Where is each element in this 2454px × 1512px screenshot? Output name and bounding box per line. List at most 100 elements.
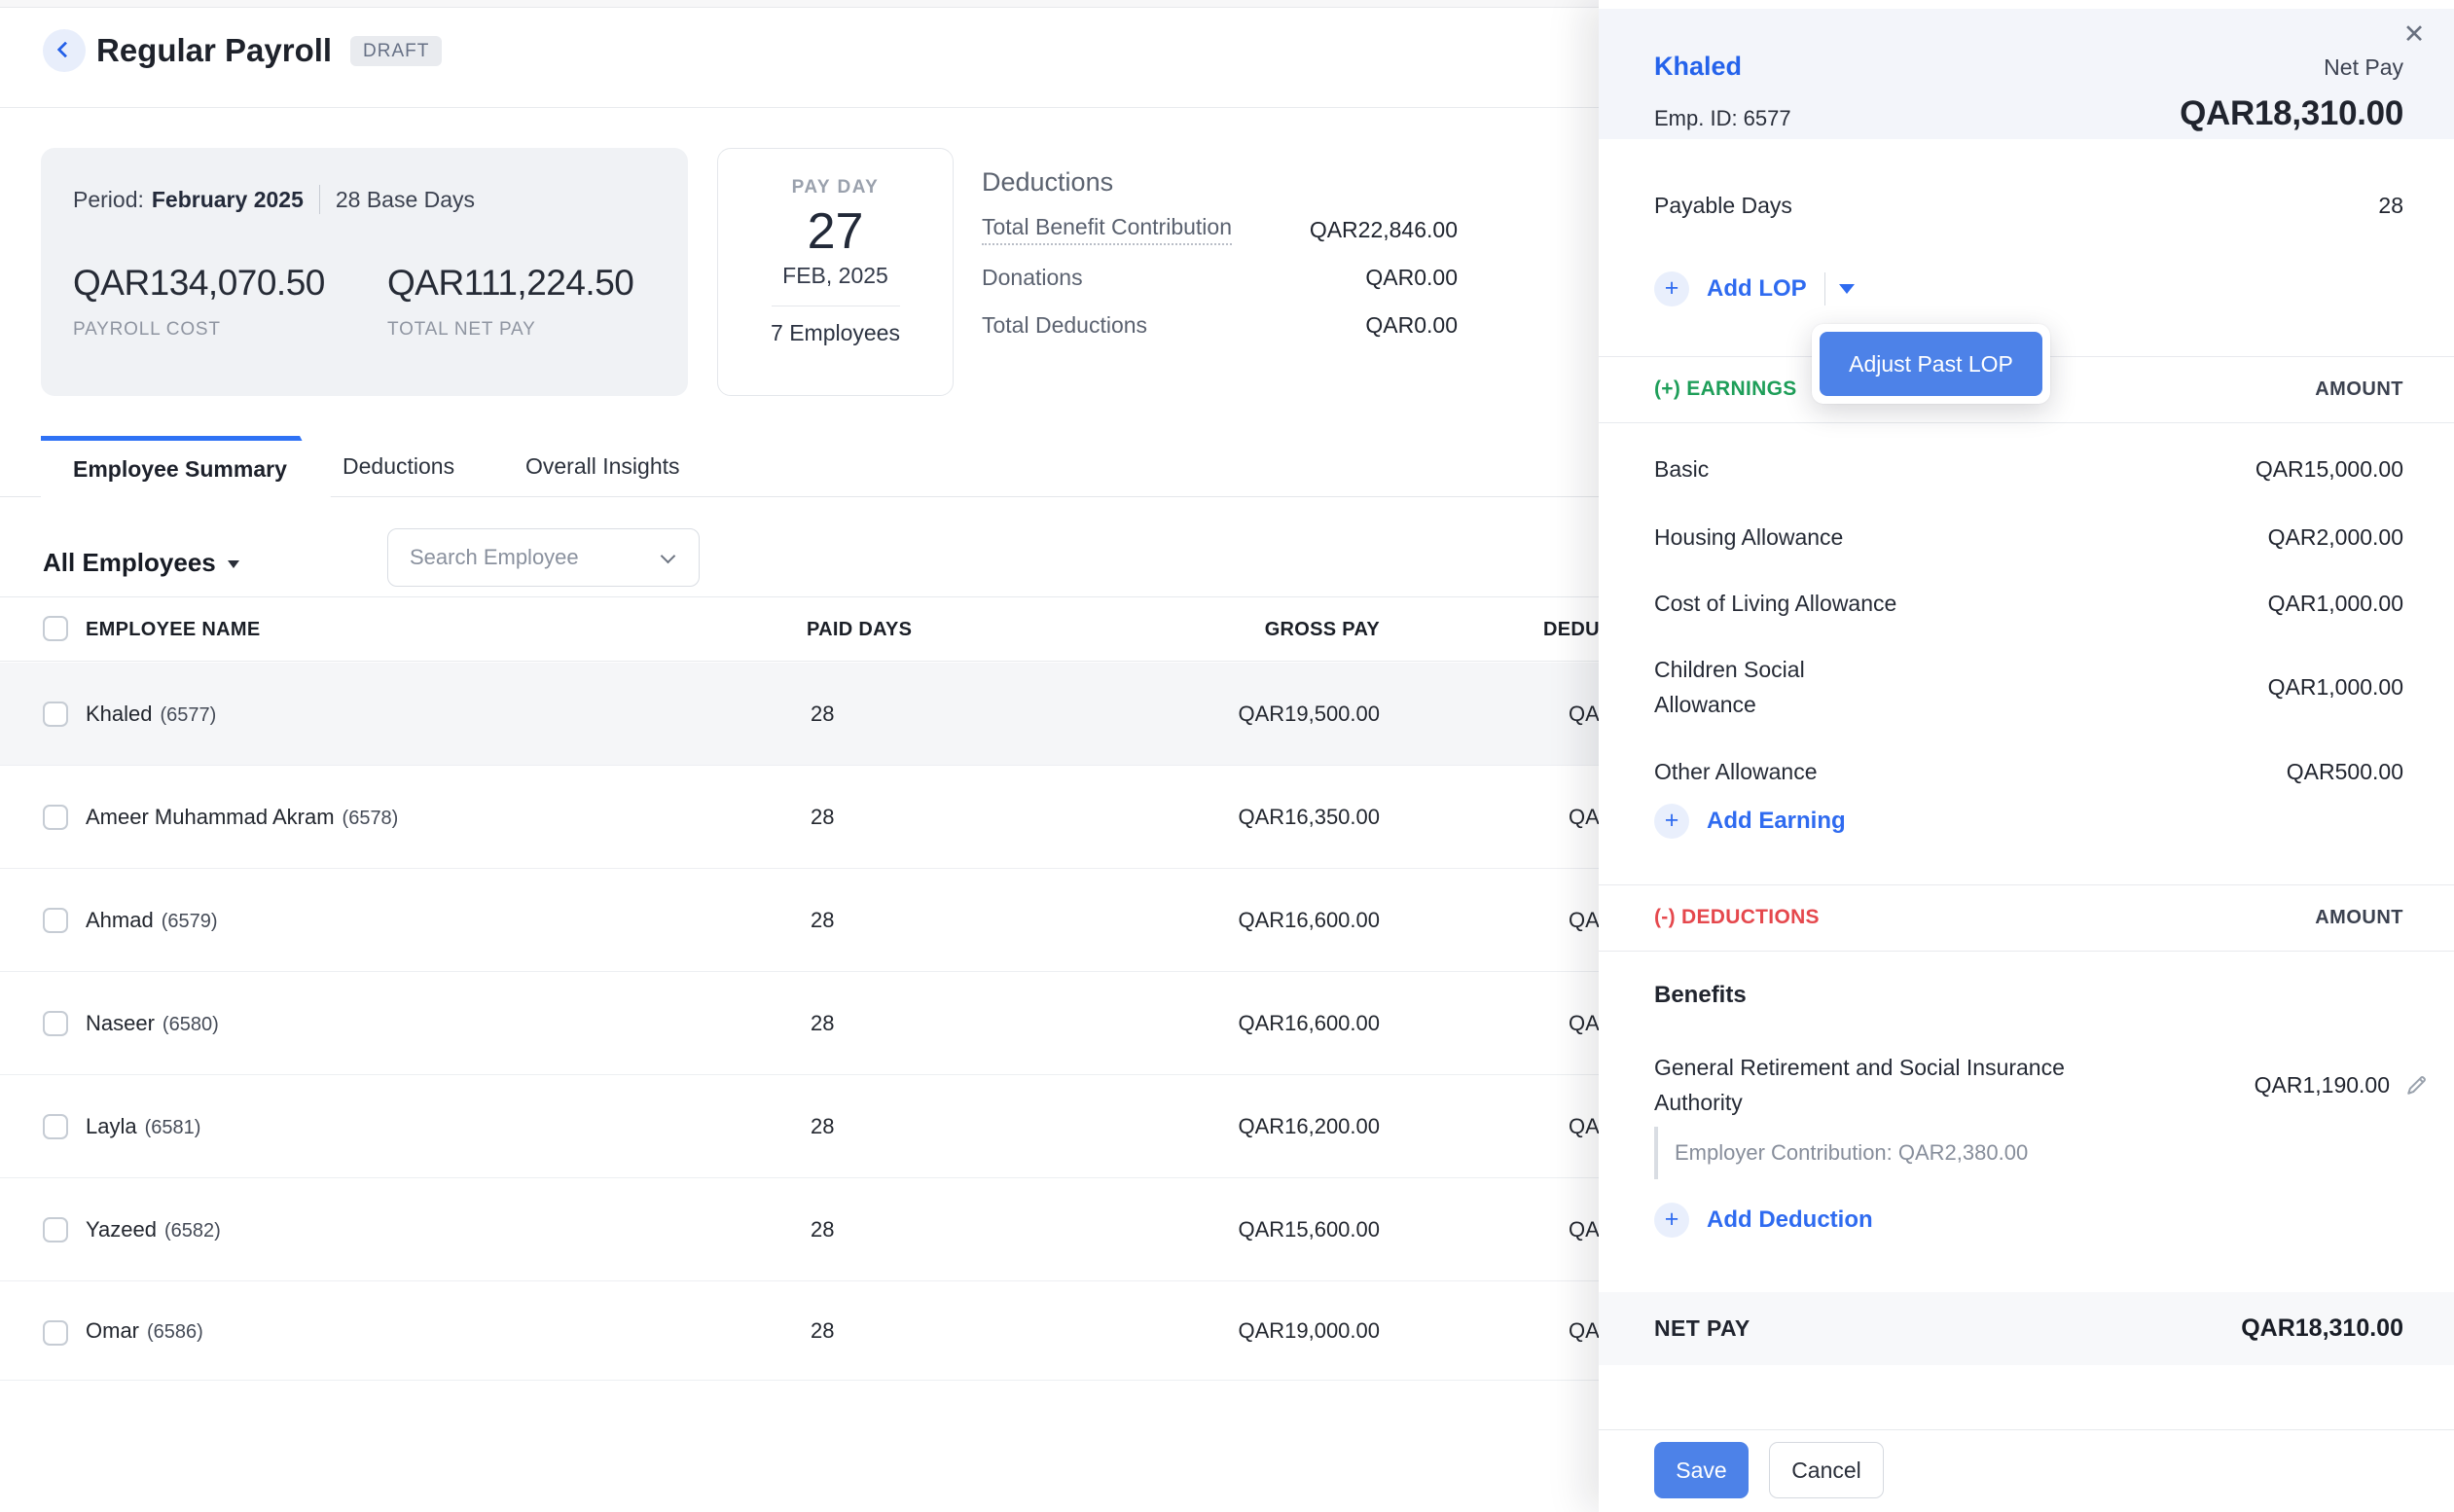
earning-amount: QAR15,000.00 xyxy=(2256,456,2403,483)
add-earning-button[interactable]: + Add Earning xyxy=(1654,804,1846,839)
column-header-gross-pay: GROSS PAY xyxy=(1119,597,1380,663)
paid-days-cell: 28 xyxy=(811,766,834,869)
row-checkbox[interactable] xyxy=(43,702,68,727)
section-divider xyxy=(1599,884,2454,885)
payday-label: PAY DAY xyxy=(718,177,953,198)
page-title: Regular Payroll xyxy=(96,27,332,74)
deductions-summary-row: Total Benefit Contribution QAR22,846.00 xyxy=(982,213,1458,246)
add-lop-dropdown-popup: Adjust Past LOP xyxy=(1812,324,2050,404)
earning-label: Basic xyxy=(1654,451,1709,486)
tab-overall-insights[interactable]: Overall Insights xyxy=(525,436,680,497)
gross-pay-cell: QAR16,600.00 xyxy=(1119,972,1380,1075)
section-divider xyxy=(1599,422,2454,423)
split-button-divider xyxy=(1824,272,1825,306)
earning-label: Other Allowance xyxy=(1654,754,1817,789)
row-checkbox[interactable] xyxy=(43,1114,68,1139)
all-employees-dropdown[interactable]: All Employees xyxy=(43,530,239,594)
net-pay-label: Net Pay xyxy=(2324,54,2403,81)
close-icon[interactable]: ✕ xyxy=(2398,18,2431,51)
chevron-down-icon xyxy=(661,549,676,564)
cancel-button[interactable]: Cancel xyxy=(1769,1442,1884,1498)
payday-card: PAY DAY 27 FEB, 2025 7 Employees xyxy=(717,148,954,396)
period-line: Period: February 2025 28 Base Days xyxy=(73,185,475,214)
deductions-summary-row: Total Deductions QAR0.00 xyxy=(982,308,1458,342)
deduction-row: General Retirement and Social Insurance … xyxy=(1654,1050,2431,1120)
amount-header-label: AMOUNT xyxy=(2315,378,2403,401)
column-header-paid-days: PAID DAYS xyxy=(807,597,912,663)
employee-name-cell: Yazeed(6582) xyxy=(86,1178,221,1281)
payable-days-row: Payable Days 28 xyxy=(1654,188,2403,223)
payday-month-year: FEB, 2025 xyxy=(718,263,953,289)
row-checkbox[interactable] xyxy=(43,805,68,830)
row-checkbox[interactable] xyxy=(43,1217,68,1242)
employee-id: Emp. ID: 6577 xyxy=(1654,106,1791,131)
status-badge: DRAFT xyxy=(350,36,442,66)
add-deduction-label: Add Deduction xyxy=(1707,1206,1873,1234)
total-net-pay-value: QAR111,224.50 xyxy=(387,263,633,304)
tab-deductions[interactable]: Deductions xyxy=(343,436,454,497)
donations-label: Donations xyxy=(982,265,1083,291)
net-pay-summary-row: NET PAY QAR18,310.00 xyxy=(1599,1292,2454,1365)
add-lop-control[interactable]: + Add LOP xyxy=(1654,271,1855,306)
employee-name-link[interactable]: Khaled xyxy=(1654,52,1742,82)
tab-employee-summary-label: Employee Summary xyxy=(73,441,287,497)
save-button[interactable]: Save xyxy=(1654,1442,1749,1498)
gross-pay-cell: QAR19,000.00 xyxy=(1119,1281,1380,1381)
period-summary-card: Period: February 2025 28 Base Days QAR13… xyxy=(41,148,688,396)
earning-row: Other Allowance QAR500.00 xyxy=(1654,754,2403,789)
row-checkbox[interactable] xyxy=(43,1011,68,1036)
lop-caret-icon[interactable] xyxy=(1839,284,1855,294)
employee-pay-detail-panel: Khaled Net Pay Emp. ID: 6577 QAR18,310.0… xyxy=(1599,0,2454,1512)
back-button[interactable] xyxy=(43,29,86,72)
total-deductions-label: Total Deductions xyxy=(982,312,1147,339)
donations-value: QAR0.00 xyxy=(1365,265,1458,291)
paid-days-cell: 28 xyxy=(811,1075,834,1178)
add-lop-label: Add LOP xyxy=(1707,275,1807,303)
payroll-cost-value: QAR134,070.50 xyxy=(73,263,325,304)
employee-name-cell: Naseer(6580) xyxy=(86,972,219,1075)
net-pay-row-label: NET PAY xyxy=(1654,1315,1750,1342)
employee-name-cell: Khaled(6577) xyxy=(86,663,216,766)
plus-icon: + xyxy=(1654,804,1689,839)
payable-days-value: 28 xyxy=(2378,193,2403,219)
deductions-summary-row: Donations QAR0.00 xyxy=(982,261,1458,294)
net-pay-value: QAR18,310.00 xyxy=(2180,94,2403,133)
earning-amount: QAR2,000.00 xyxy=(2268,524,2403,551)
employee-name-cell: Ahmad(6579) xyxy=(86,869,218,972)
edit-pencil-icon[interactable] xyxy=(2403,1071,2431,1098)
earning-label: Children Social Allowance xyxy=(1654,652,1859,722)
earning-row: Basic QAR15,000.00 xyxy=(1654,451,2403,486)
earning-row: Cost of Living Allowance QAR1,000.00 xyxy=(1654,586,2403,621)
caret-down-icon xyxy=(228,560,239,568)
earning-amount: QAR500.00 xyxy=(2287,759,2403,785)
column-header-employee-name: EMPLOYEE NAME xyxy=(86,597,260,663)
search-employee-input[interactable] xyxy=(410,529,643,586)
gross-pay-cell: QAR16,200.00 xyxy=(1119,1075,1380,1178)
search-employee-combobox[interactable] xyxy=(387,528,700,587)
net-pay-row-value: QAR18,310.00 xyxy=(2241,1314,2403,1343)
select-all-checkbox[interactable] xyxy=(43,616,68,641)
deductions-header-label: (-) DEDUCTIONS xyxy=(1654,906,1820,929)
earnings-header-label: (+) EARNINGS xyxy=(1654,378,1797,401)
section-divider xyxy=(1599,951,2454,952)
period-label: Period: xyxy=(73,187,144,213)
adjust-past-lop-button[interactable]: Adjust Past LOP xyxy=(1820,332,2042,396)
amount-header-label: AMOUNT xyxy=(2315,907,2403,929)
deduction-amount: QAR1,190.00 xyxy=(2255,1072,2390,1098)
period-value: February 2025 xyxy=(152,187,304,213)
row-checkbox[interactable] xyxy=(43,908,68,933)
total-benefit-contribution-label[interactable]: Total Benefit Contribution xyxy=(982,214,1232,245)
payroll-run-page: Regular Payroll DRAFT Period: February 2… xyxy=(0,0,2454,1512)
benefits-subheading: Benefits xyxy=(1654,982,1747,1009)
tab-employee-summary[interactable]: Employee Summary xyxy=(41,436,333,497)
payday-employee-count: 7 Employees xyxy=(718,320,953,346)
add-deduction-button[interactable]: + Add Deduction xyxy=(1654,1203,1873,1238)
total-benefit-contribution-value: QAR22,846.00 xyxy=(1310,217,1458,243)
deductions-section-header: (-) DEDUCTIONS AMOUNT xyxy=(1654,900,2403,935)
all-employees-label: All Employees xyxy=(43,548,216,578)
payroll-cost-label: PAYROLL COST xyxy=(73,319,325,341)
paid-days-cell: 28 xyxy=(811,1178,834,1281)
paid-days-cell: 28 xyxy=(811,869,834,972)
earning-amount: QAR1,000.00 xyxy=(2268,591,2403,617)
row-checkbox[interactable] xyxy=(43,1320,68,1346)
